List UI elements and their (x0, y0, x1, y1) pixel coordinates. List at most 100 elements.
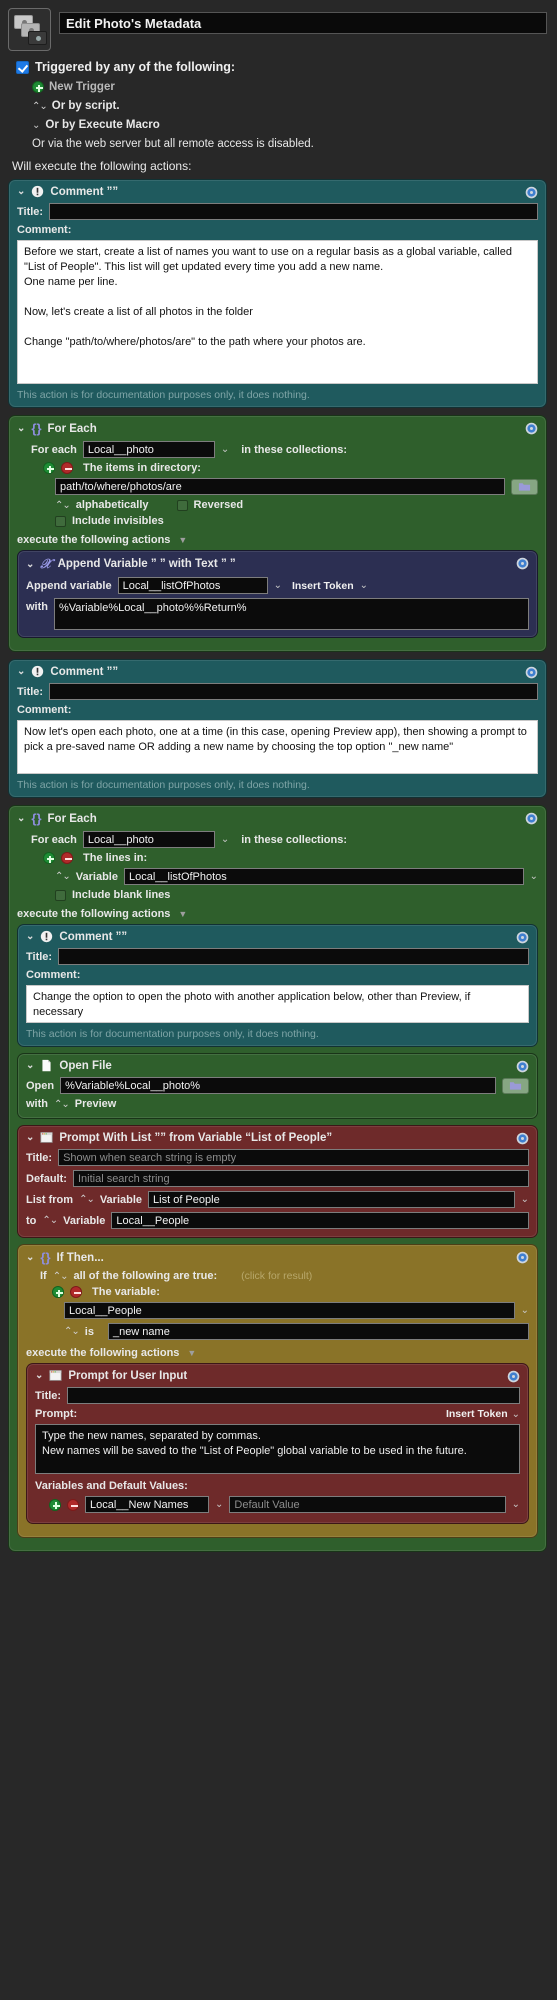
chevron-down-icon[interactable]: ⌄ (512, 1499, 520, 1510)
triangle-down-icon[interactable]: ▼ (187, 1348, 196, 1358)
action-comment-3[interactable]: ⌄ Comment ”” Title: Comment: Change the … (17, 924, 538, 1047)
chevron-down-icon[interactable]: ⌄ (521, 1305, 529, 1316)
condition-variable-input[interactable]: Local__People (64, 1302, 515, 1319)
insert-token-button[interactable]: Insert Token (446, 1408, 508, 1420)
disclosure-caret-icon[interactable]: ⌄ (26, 559, 34, 570)
add-variable-icon[interactable] (49, 1498, 61, 1511)
add-collection-icon[interactable] (43, 462, 55, 474)
action-header[interactable]: ⌄ Prompt With List ”” from Variable “Lis… (18, 1126, 537, 1147)
chevron-down-icon[interactable]: ⌄ (274, 580, 282, 591)
remove-condition-icon[interactable] (70, 1286, 82, 1298)
macro-title-input[interactable]: Edit Photo's Metadata (59, 12, 547, 34)
chevron-down-icon[interactable]: ⌄ (215, 1499, 223, 1510)
triggered-by-checkbox[interactable] (16, 60, 29, 74)
prompt-default-input[interactable]: Initial search string (72, 1170, 529, 1187)
remove-variable-icon[interactable] (67, 1498, 79, 1511)
action-header[interactable]: ⌄ 𝒳 Append Variable ” ” with Text ” ” (18, 551, 537, 575)
folder-picker-icon[interactable] (511, 478, 538, 495)
action-header[interactable]: ⌄ Prompt for User Input (27, 1364, 528, 1385)
chevron-down-icon[interactable]: ⌄ (221, 834, 229, 845)
include-invisibles-checkbox[interactable] (55, 515, 66, 527)
reversed-checkbox[interactable] (176, 499, 188, 511)
trigger-enabled-row[interactable]: Triggered by any of the following: (16, 60, 547, 74)
add-collection-icon[interactable] (43, 852, 55, 864)
collection-kind-label[interactable]: The items in directory: (83, 462, 201, 474)
disclosure-caret-icon[interactable]: ⌄ (26, 931, 34, 942)
for-each-variable-input[interactable]: Local__photo (82, 441, 215, 458)
disclosure-caret-icon[interactable]: ⌄ (35, 1370, 43, 1381)
if-all-true-label[interactable]: all of the following are true: (74, 1270, 218, 1282)
disclosure-caret-icon[interactable]: ⌄ (17, 186, 25, 197)
the-variable-label[interactable]: The variable: (92, 1286, 160, 1298)
triangle-down-icon[interactable]: ▼ (178, 535, 187, 545)
chevron-down-icon[interactable]: ⌄ (512, 1409, 520, 1420)
add-condition-icon[interactable] (52, 1286, 64, 1298)
disclosure-caret-icon[interactable]: ⌄ (17, 813, 25, 824)
source-kind-label[interactable]: Variable (76, 871, 118, 883)
append-variable-input[interactable]: Local__listOfPhotos (117, 577, 268, 594)
comment-body-textarea[interactable]: Before we start, create a list of names … (17, 240, 538, 384)
up-down-chevron-icon[interactable]: ⌃⌄ (32, 101, 48, 112)
chevron-down-icon[interactable]: ⌄ (360, 580, 368, 591)
directory-path-input[interactable]: path/to/where/photos/are (55, 478, 505, 495)
add-trigger-icon[interactable] (32, 81, 44, 93)
action-prompt-for-user-input[interactable]: ⌄ Prompt for User Input Title: Prompt: I… (26, 1363, 529, 1524)
up-down-chevron-icon[interactable]: ⌃⌄ (55, 871, 71, 882)
gear-icon[interactable] (524, 665, 539, 680)
disclosure-caret-icon[interactable]: ⌄ (26, 1132, 34, 1143)
comment-title-input[interactable] (58, 948, 529, 965)
action-header[interactable]: ⌄ {} For Each (9, 416, 546, 439)
up-down-chevron-icon[interactable]: ⌃⌄ (79, 1194, 95, 1205)
chevron-down-icon[interactable]: ⌄ (32, 120, 40, 131)
up-down-chevron-icon[interactable]: ⌃⌄ (55, 500, 71, 511)
variable-name-input[interactable]: Local__New Names (85, 1496, 209, 1513)
append-with-text-input[interactable]: %Variable%Local__photo%%Return% (54, 598, 529, 630)
action-prompt-with-list[interactable]: ⌄ Prompt With List ”” from Variable “Lis… (17, 1125, 538, 1238)
or-by-execute-macro-row[interactable]: ⌄ Or by Execute Macro (32, 119, 547, 131)
gear-icon[interactable] (515, 1059, 530, 1074)
up-down-chevron-icon[interactable]: ⌃⌄ (42, 1215, 58, 1226)
gear-icon[interactable] (524, 185, 539, 200)
chevron-down-icon[interactable]: ⌄ (221, 444, 229, 455)
prompt-title-input[interactable]: Shown when search string is empty (58, 1149, 529, 1166)
action-header[interactable]: ⌄ {} For Each (9, 806, 546, 829)
insert-token-button[interactable]: Insert Token (292, 580, 354, 592)
to-variable-input[interactable]: Local__People (111, 1212, 529, 1229)
action-header[interactable]: ⌄ Comment ”” (9, 180, 546, 201)
comment-body-textarea[interactable]: Change the option to open the photo with… (26, 985, 529, 1023)
gear-icon[interactable] (515, 930, 530, 945)
action-header[interactable]: ⌄ Comment ”” (9, 660, 546, 681)
up-down-chevron-icon[interactable]: ⌃⌄ (64, 1326, 80, 1337)
list-from-kind-label[interactable]: Variable (100, 1194, 142, 1206)
gear-icon[interactable] (506, 1369, 521, 1384)
action-header[interactable]: ⌄ Comment ”” (18, 925, 537, 946)
chevron-down-icon[interactable]: ⌄ (521, 1194, 529, 1205)
action-for-each-2[interactable]: ⌄ {} For Each For each Local__photo ⌄ in… (8, 805, 547, 1552)
remove-collection-icon[interactable] (61, 852, 73, 864)
gear-icon[interactable] (524, 421, 539, 436)
condition-operator-label[interactable]: is (85, 1326, 94, 1338)
folder-picker-icon[interactable] (502, 1077, 529, 1094)
source-variable-input[interactable]: Local__listOfPhotos (123, 868, 524, 885)
user-input-prompt-textarea[interactable]: Type the new names, separated by commas.… (35, 1424, 520, 1474)
up-down-chevron-icon[interactable]: ⌃⌄ (53, 1271, 69, 1282)
disclosure-caret-icon[interactable]: ⌄ (26, 1252, 34, 1263)
action-header[interactable]: ⌄ {} If Then... (18, 1245, 537, 1268)
variable-default-input[interactable]: Default Value (229, 1496, 506, 1513)
disclosure-caret-icon[interactable]: ⌄ (26, 1060, 34, 1071)
up-down-chevron-icon[interactable]: ⌃⌄ (54, 1099, 70, 1110)
open-file-app-value[interactable]: Preview (75, 1098, 117, 1110)
condition-value-input[interactable]: _new name (107, 1323, 529, 1340)
action-open-file[interactable]: ⌄ Open File Open %Variable%Local__photo% (17, 1053, 538, 1119)
action-append-variable[interactable]: ⌄ 𝒳 Append Variable ” ” with Text ” ” Ap… (17, 550, 538, 638)
click-for-result-label[interactable]: (click for result) (241, 1270, 312, 1282)
action-if-then[interactable]: ⌄ {} If Then... If ⌃⌄ all of the followi… (17, 1244, 538, 1538)
new-trigger-row[interactable]: New Trigger (32, 81, 547, 93)
photo-stack-icon[interactable] (8, 8, 51, 51)
chevron-down-icon[interactable]: ⌄ (530, 871, 538, 882)
user-input-title-input[interactable] (67, 1387, 520, 1404)
sort-order-label[interactable]: alphabetically (76, 499, 149, 511)
gear-icon[interactable] (515, 1250, 530, 1265)
triangle-down-icon[interactable]: ▼ (178, 909, 187, 919)
action-comment-1[interactable]: ⌄ Comment ”” Title: Comment: Before we s… (8, 179, 547, 408)
